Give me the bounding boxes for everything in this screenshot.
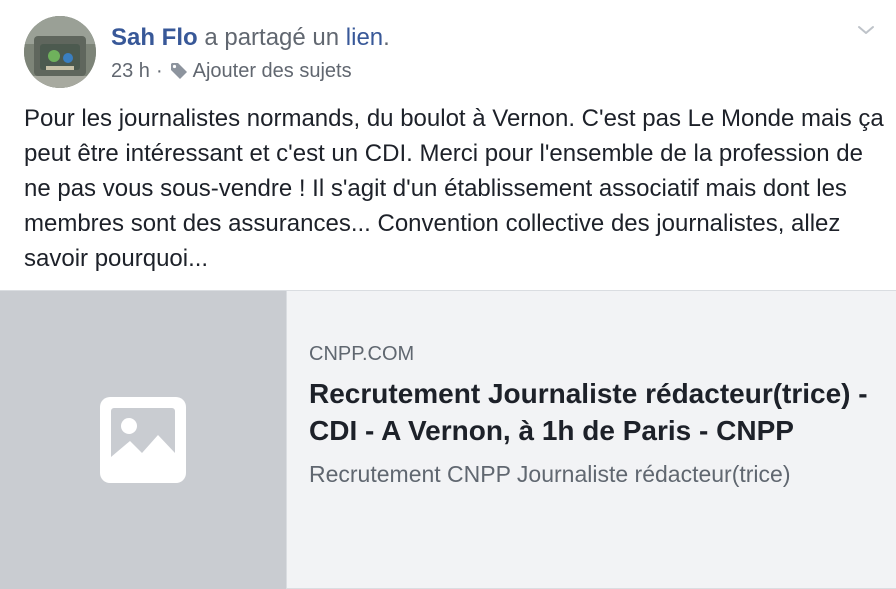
period: . <box>383 24 390 51</box>
tag-icon <box>170 63 187 79</box>
meta-separator: · <box>155 60 163 82</box>
link-card-body[interactable]: CNPP.COM Recrutement Journaliste rédacte… <box>287 291 896 589</box>
link-domain: CNPP.COM <box>309 343 415 365</box>
link-title[interactable]: Recrutement Journaliste rédacteur(trice)… <box>309 375 874 449</box>
link-thumbnail[interactable] <box>0 291 287 589</box>
add-topics-link[interactable]: Ajouter des sujets <box>193 58 352 84</box>
post-timestamp[interactable]: 23 h <box>111 58 150 84</box>
chevron-down-icon[interactable] <box>854 18 878 42</box>
shared-link[interactable]: lien <box>346 24 383 51</box>
author-name[interactable]: Sah Flo <box>111 24 198 51</box>
link-preview-card[interactable]: CNPP.COM Recrutement Journaliste rédacte… <box>0 290 896 589</box>
post-meta: 23 h · Ajouter des sujets <box>111 58 352 84</box>
facebook-post: Sah Flo a partagé un lien. 23 h · Ajoute… <box>0 0 896 589</box>
avatar[interactable] <box>24 16 96 88</box>
post-body-text: Pour les journalistes normands, du boulo… <box>24 105 884 272</box>
shared-text: a partagé un <box>197 24 346 51</box>
image-placeholder-icon <box>100 397 186 483</box>
link-description: Recrutement CNPP Journaliste rédacteur(t… <box>309 461 791 487</box>
post-header: Sah Flo a partagé un lien. <box>111 22 390 54</box>
